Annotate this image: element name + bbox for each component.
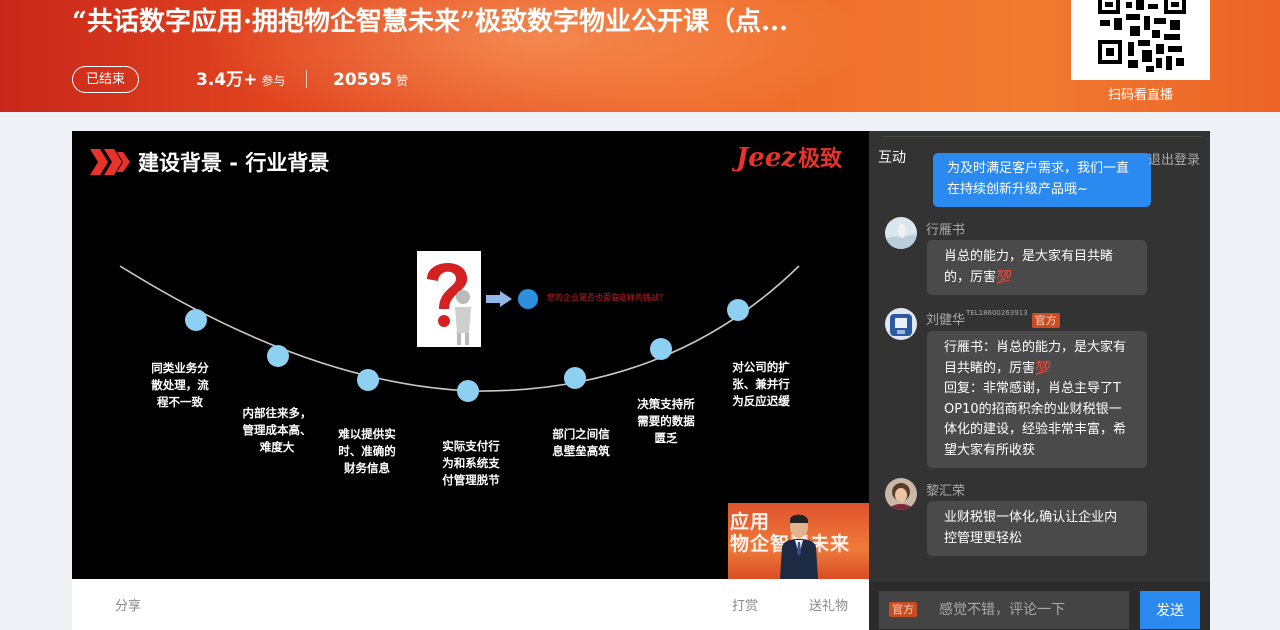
tab-interaction[interactable]: 互动: [878, 147, 906, 167]
challenge-label-line: 管理成本高、: [242, 423, 312, 437]
curve-node: [457, 380, 479, 402]
message-bubble: 行雁书：肖总的能力，是大家有目共睹的，厉害💯 回复：非常感谢，肖总主导了TOP1…: [927, 331, 1147, 468]
interaction-panel: 互动 为及时满足客户需求，我们一直在持续创新升级产品哦~ 退出登录 行雁书 肖总…: [869, 131, 1210, 630]
avatar: [885, 308, 917, 340]
arrow-right-icon: [486, 291, 512, 307]
message-bubble: 肖总的能力，是大家有目共睹的，厉害💯: [927, 240, 1147, 295]
reward-button[interactable]: 打赏: [732, 579, 758, 630]
status-badge: 已结束: [72, 66, 139, 93]
challenge-label-line: 决策支持所: [637, 397, 695, 411]
message-author: 刘健华TEL18600263913官方: [926, 309, 1060, 328]
qr-caption: 扫码看直播: [1107, 88, 1173, 103]
challenge-label-line: 内部往来多，: [242, 406, 312, 420]
curve-node: [650, 338, 672, 360]
comment-box: 官方: [879, 591, 1129, 629]
avatar: [885, 478, 917, 510]
comment-bar: 官方 发送: [869, 582, 1210, 630]
challenge-label: 同类业务分 散处理，流 程不一致: [138, 360, 222, 411]
curve-node: [267, 345, 289, 367]
qr-code: [1071, 0, 1210, 80]
challenge-label-line: 为反应迟缓: [732, 394, 790, 408]
challenge-label-line: 匮乏: [654, 431, 678, 445]
viewer-count-value: 3.4万+: [196, 70, 258, 90]
challenge-label-line: 时、准确的: [338, 444, 396, 458]
message-author-suffix: TEL18600263913: [966, 309, 1028, 317]
challenge-label-line: 部门之间信: [552, 427, 610, 441]
share-button[interactable]: 分享: [115, 579, 141, 630]
message-author: 行雁书: [926, 223, 966, 238]
challenge-label-line: 为和系统支: [442, 456, 500, 470]
official-badge: 官方: [1031, 313, 1060, 328]
challenge-label-line: 息壁垒高筑: [552, 444, 610, 458]
qr-code-icon: [1086, 0, 1195, 80]
message-author: 黎汇荣: [926, 484, 966, 499]
message-bubble: 业财税银一体化,确认让企业内控管理更轻松: [927, 501, 1147, 556]
question-text: 您的企业是否也面临这样的挑战？: [547, 293, 667, 302]
official-badge: 官方: [889, 602, 917, 617]
viewer-count-unit: 参与: [261, 74, 286, 88]
video-player[interactable]: 建设背景 - 行业背景 Jeez极致 您的企业是否也面临这样的挑战？ 同类业务分…: [72, 131, 869, 579]
curve-node: [357, 369, 379, 391]
challenge-label-line: 付管理脱节: [442, 473, 500, 487]
challenge-label-line: 散处理，流: [151, 378, 209, 392]
speaker-icon: [780, 514, 818, 579]
page-title: “共话数字应用·拥抱物企智慧未来”极致数字物业公开课（点...: [72, 7, 789, 37]
curve-node: [185, 309, 207, 331]
live-header-banner: “共话数字应用·拥抱物企智慧未来”极致数字物业公开课（点... 已结束 3.4万…: [0, 0, 1280, 112]
avatar-icon: [885, 478, 917, 510]
challenge-label: 难以提供实 时、准确的 财务信息: [324, 426, 410, 477]
challenge-label-line: 同类业务分: [151, 361, 209, 375]
challenge-label-line: 张、兼并行: [732, 377, 790, 391]
challenge-label-line: 需要的数据: [637, 414, 695, 428]
challenge-label-line: 难度大: [259, 440, 295, 454]
send-button[interactable]: 发送: [1140, 591, 1200, 629]
stat-divider: [306, 70, 307, 88]
curve-node: [727, 299, 749, 321]
logout-link[interactable]: 退出登录: [1148, 149, 1200, 168]
viewer-count: 3.4万+ 参与: [196, 66, 285, 93]
panel-divider: [883, 136, 1201, 137]
comment-input[interactable]: [939, 599, 1119, 621]
send-gift-button[interactable]: 送礼物: [809, 579, 848, 630]
avatar: [885, 217, 917, 249]
challenge-label-line: 对公司的扩: [732, 360, 790, 374]
challenge-label: 对公司的扩 张、兼并行 为反应迟缓: [718, 359, 804, 410]
question-dot: [518, 289, 538, 309]
challenge-label: 决策支持所 需要的数据 匮乏: [623, 396, 709, 447]
challenge-label: 内部往来多， 管理成本高、 难度大: [232, 405, 322, 456]
challenge-label-line: 程不一致: [157, 395, 203, 409]
curve-node: [564, 367, 586, 389]
avatar-icon: [885, 308, 917, 340]
challenge-label-line: 财务信息: [344, 461, 390, 475]
challenge-label: 实际支付行 为和系统支 付管理脱节: [428, 438, 514, 489]
challenge-label-line: 难以提供实: [338, 427, 396, 441]
speaker-camera-pip[interactable]: 应用 物企智慧未来: [728, 503, 869, 579]
challenge-label-line: 实际支付行: [442, 439, 500, 453]
like-count: 20595 赞: [333, 66, 408, 93]
own-message-bubble: 为及时满足客户需求，我们一直在持续创新升级产品哦~: [933, 153, 1151, 207]
avatar-icon: [885, 217, 917, 249]
challenge-label: 部门之间信 息壁垒高筑: [538, 426, 624, 460]
question-mark-icon: [427, 262, 471, 345]
like-count-value: 20595: [333, 70, 393, 90]
question-figure: [417, 251, 481, 347]
player-action-bar: 分享 打赏 送礼物: [72, 579, 869, 630]
like-count-unit: 赞: [396, 74, 409, 88]
message-author-name: 刘健华: [926, 313, 966, 328]
